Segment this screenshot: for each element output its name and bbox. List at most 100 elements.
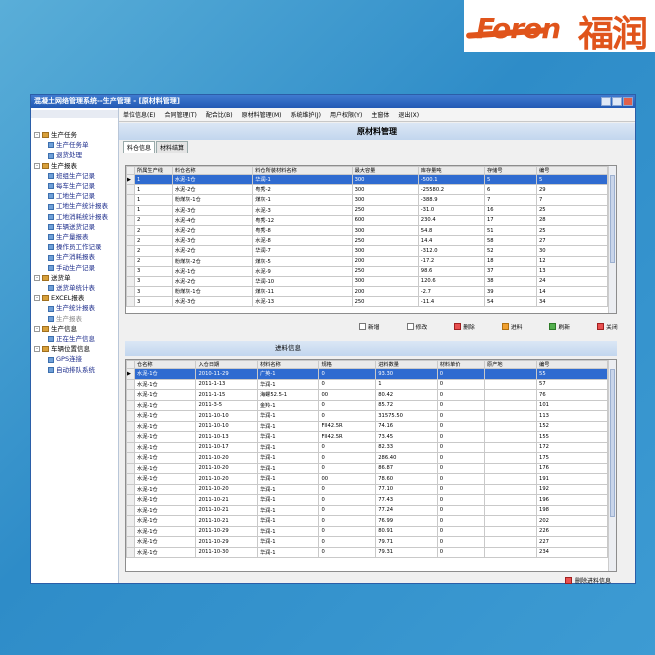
receive-grid[interactable]: 仓名称 入仓日期 材料名称 规格 进料数量 材料单价 原产地 编号 ▶ 水泥-1仓 2010-11-…	[125, 359, 617, 572]
table-cell[interactable]	[483, 389, 538, 401]
table-row[interactable]: 水泥-1仓 2011-1-13 华润-1 0 1 0 57	[126, 378, 608, 390]
table-cell[interactable]: 水泥-1仓	[133, 525, 197, 537]
table-cell[interactable]: 58	[483, 235, 538, 247]
table-cell[interactable]: 14	[536, 286, 608, 298]
table-cell[interactable]: 0	[318, 410, 377, 422]
table-cell[interactable]: 水泥-1仓	[133, 494, 197, 506]
row-selector[interactable]	[126, 255, 135, 267]
table-cell[interactable]: 51	[483, 224, 538, 237]
receive-scrollbar[interactable]	[608, 360, 616, 571]
menu-item[interactable]: 单位信息(E)	[123, 110, 155, 119]
table-row[interactable]: 水泥-1仓 2011-10-10 华润-1 FII42.5R 74.16 0 152	[126, 420, 608, 432]
table-cell[interactable]: 82.33	[375, 441, 438, 453]
table-row[interactable]: 1 粉煤灰-1仓 煤灰-1 300 -388.9 7 7	[126, 194, 608, 206]
table-cell[interactable]: 16	[483, 204, 538, 216]
table-cell[interactable]: 水泥-1仓	[133, 410, 197, 422]
table-cell[interactable]: 华润-10	[252, 275, 353, 288]
table-cell[interactable]: 31575.50	[375, 410, 438, 422]
table-cell[interactable]	[483, 431, 538, 443]
tree-group-header[interactable]: - 生产任务	[34, 130, 118, 140]
table-cell[interactable]: -2.7	[417, 286, 485, 298]
table-row[interactable]: 水泥-1仓 2011-1-15 海螺52.5-1 00 80.42 0 76	[126, 389, 608, 401]
table-cell[interactable]: 25	[536, 224, 608, 237]
table-cell[interactable]: 3	[134, 265, 173, 277]
collapse-icon[interactable]: -	[34, 346, 40, 353]
row-selector[interactable]	[126, 504, 135, 516]
table-cell[interactable]: 27	[536, 235, 608, 247]
table-cell[interactable]: 13	[536, 265, 608, 277]
table-cell[interactable]: 176	[536, 462, 608, 474]
table-row[interactable]: 水泥-1仓 2011-10-21 华润-1 0 77.43 0 196	[126, 494, 608, 506]
table-cell[interactable]: 0	[436, 515, 486, 527]
menu-item[interactable]: 系统维护(J)	[291, 110, 321, 119]
table-cell[interactable]: 0	[318, 504, 377, 516]
table-cell[interactable]: 101	[536, 399, 608, 411]
table-cell[interactable]: 2011-10-29	[195, 525, 258, 537]
table-row[interactable]: 水泥-1仓 2011-3-5 金羚-1 0 85.72 0 101	[126, 399, 608, 411]
table-row[interactable]: 水泥-1仓 2011-10-20 华润-1 0 286.40 0 175	[126, 452, 608, 464]
table-cell[interactable]	[483, 452, 538, 464]
table-cell[interactable]: 200	[351, 286, 419, 298]
table-cell[interactable]: 0	[318, 452, 377, 464]
table-cell[interactable]: 80.91	[375, 525, 438, 537]
table-cell[interactable]: 200	[351, 255, 419, 267]
table-cell[interactable]: 水泥-1仓	[133, 441, 197, 453]
column-header[interactable]: 最大容量	[351, 166, 419, 175]
table-cell[interactable]: 300	[351, 224, 419, 237]
table-cell[interactable]: 2011-10-20	[195, 452, 258, 464]
table-cell[interactable]: 水泥-1仓	[133, 546, 197, 558]
tab-settlement[interactable]: 材料结算	[156, 141, 189, 153]
table-cell[interactable]: 55	[536, 368, 608, 380]
table-cell[interactable]: 粤秀-12	[252, 214, 353, 226]
table-cell[interactable]: 水泥-1仓	[133, 504, 197, 516]
column-header[interactable]: 料仓所装材料名称	[252, 166, 353, 175]
table-cell[interactable]: 196	[536, 494, 608, 506]
row-selector[interactable]	[126, 410, 135, 422]
column-header[interactable]: 原产地	[483, 360, 538, 369]
table-cell[interactable]: 0	[318, 515, 377, 527]
table-cell[interactable]	[483, 441, 538, 453]
table-cell[interactable]: 0	[318, 483, 377, 495]
table-cell[interactable]: 2	[134, 255, 173, 267]
table-cell[interactable]: 120.6	[417, 275, 485, 288]
tree-group-header[interactable]: - 送货单	[34, 273, 118, 283]
table-cell[interactable]: 华润-1	[256, 452, 320, 464]
column-header[interactable]: 入仓日期	[195, 360, 258, 369]
table-cell[interactable]: 0	[436, 504, 486, 516]
column-header[interactable]: 材料单价	[436, 360, 486, 369]
table-cell[interactable]: 华润-7	[252, 245, 353, 257]
refresh-button[interactable]: 刷新	[549, 322, 570, 331]
table-cell[interactable]: 192	[536, 483, 608, 495]
table-cell[interactable]: 0	[318, 546, 377, 558]
table-cell[interactable]: 77.43	[375, 494, 438, 506]
tree-item[interactable]: 生产任务单	[34, 140, 118, 150]
table-cell[interactable]: 1	[375, 378, 438, 390]
table-cell[interactable]: 300	[351, 184, 419, 196]
table-cell[interactable]: 2011-10-20	[195, 462, 258, 474]
menu-item[interactable]: 退出(X)	[398, 110, 419, 119]
menu-item[interactable]: 主窗体	[371, 110, 389, 119]
table-cell[interactable]: 175	[536, 452, 608, 464]
table-cell[interactable]: -11.4	[417, 296, 485, 308]
table-cell[interactable]: 华润-1	[256, 441, 320, 453]
table-cell[interactable]: 0	[436, 525, 486, 537]
row-selector[interactable]	[126, 184, 135, 196]
table-cell[interactable]: 水泥-9	[252, 265, 353, 277]
delete-receive-button[interactable]: 删除进料信息	[564, 576, 611, 585]
table-cell[interactable]: 2	[134, 214, 173, 226]
table-cell[interactable]: 85.72	[375, 399, 438, 411]
table-cell[interactable]: 250	[351, 235, 419, 247]
column-header[interactable]: 材料名称	[256, 360, 320, 369]
table-cell[interactable]: 华润-1	[256, 515, 320, 527]
edit-button[interactable]: 修改	[406, 322, 427, 331]
table-cell[interactable]	[483, 504, 538, 516]
table-cell[interactable]: 78.60	[375, 473, 438, 485]
tree-item[interactable]: 每车生产记录	[34, 181, 118, 191]
table-cell[interactable]: 1	[134, 194, 173, 206]
table-row[interactable]: 2 水泥-2仓 粤秀-8 300 54.8 51 25	[126, 224, 608, 237]
column-header[interactable]: 料仓名称	[171, 166, 254, 175]
column-header[interactable]: 进料数量	[375, 360, 438, 369]
table-cell[interactable]: 0	[318, 368, 377, 380]
table-cell[interactable]: 54	[483, 296, 538, 308]
table-cell[interactable]: 2011-10-20	[195, 483, 258, 495]
